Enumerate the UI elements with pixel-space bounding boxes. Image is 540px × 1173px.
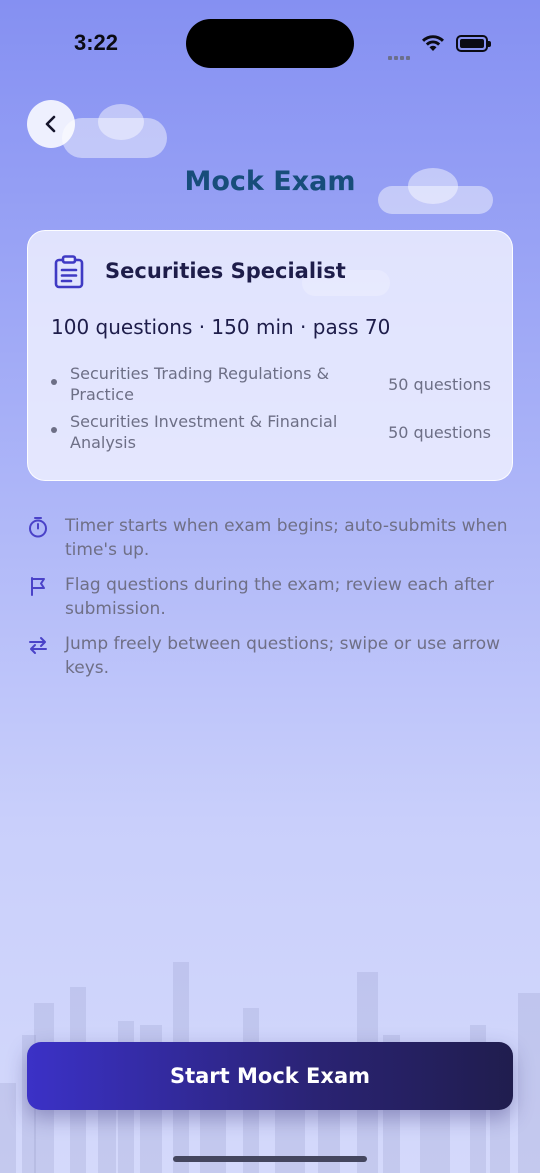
bullet-dot xyxy=(51,379,57,385)
exam-info-card: Securities Specialist 100 questions · 15… xyxy=(27,230,513,481)
tip-flag: Flag questions during the exam; review e… xyxy=(27,573,517,623)
section-name: Securities Investment & Financial Analys… xyxy=(70,412,338,452)
back-button[interactable] xyxy=(27,100,75,148)
dynamic-island xyxy=(186,19,354,68)
start-mock-exam-button[interactable]: Start Mock Exam xyxy=(27,1042,513,1110)
section-name: Securities Trading Regulations & Practic… xyxy=(70,364,330,404)
tip-text: Flag questions during the exam; review e… xyxy=(65,575,494,619)
wifi-icon xyxy=(422,35,444,51)
battery-icon xyxy=(456,35,491,52)
tip-timer: Timer starts when exam begins; auto-subm… xyxy=(27,514,517,564)
cloud-decoration xyxy=(98,104,144,140)
exam-name: Securities Specialist xyxy=(105,259,346,283)
clipboard-icon xyxy=(54,255,84,289)
tip-text: Timer starts when exam begins; auto-subm… xyxy=(65,516,508,560)
section-question-count: 50 questions xyxy=(388,375,491,394)
exam-section-item: Securities Trading Regulations & Practic… xyxy=(51,363,491,407)
chevron-left-icon xyxy=(45,115,56,133)
exam-summary: 100 questions · 150 min · pass 70 xyxy=(51,315,391,339)
bullet-dot xyxy=(51,427,57,433)
page-title: Mock Exam xyxy=(184,166,356,197)
cellular-signal-icon xyxy=(388,45,412,60)
section-question-count: 50 questions xyxy=(388,423,491,442)
stopwatch-icon xyxy=(29,517,47,538)
status-time: 3:22 xyxy=(74,30,119,55)
status-bar: 3:22 xyxy=(0,0,540,90)
exam-section-item: Securities Investment & Financial Analys… xyxy=(51,411,491,455)
flag-icon xyxy=(31,577,45,596)
arrows-swap-icon xyxy=(29,637,47,654)
home-indicator xyxy=(173,1156,367,1162)
tip-navigation: Jump freely between questions; swipe or … xyxy=(27,632,517,682)
tip-text: Jump freely between questions; swipe or … xyxy=(65,634,501,678)
